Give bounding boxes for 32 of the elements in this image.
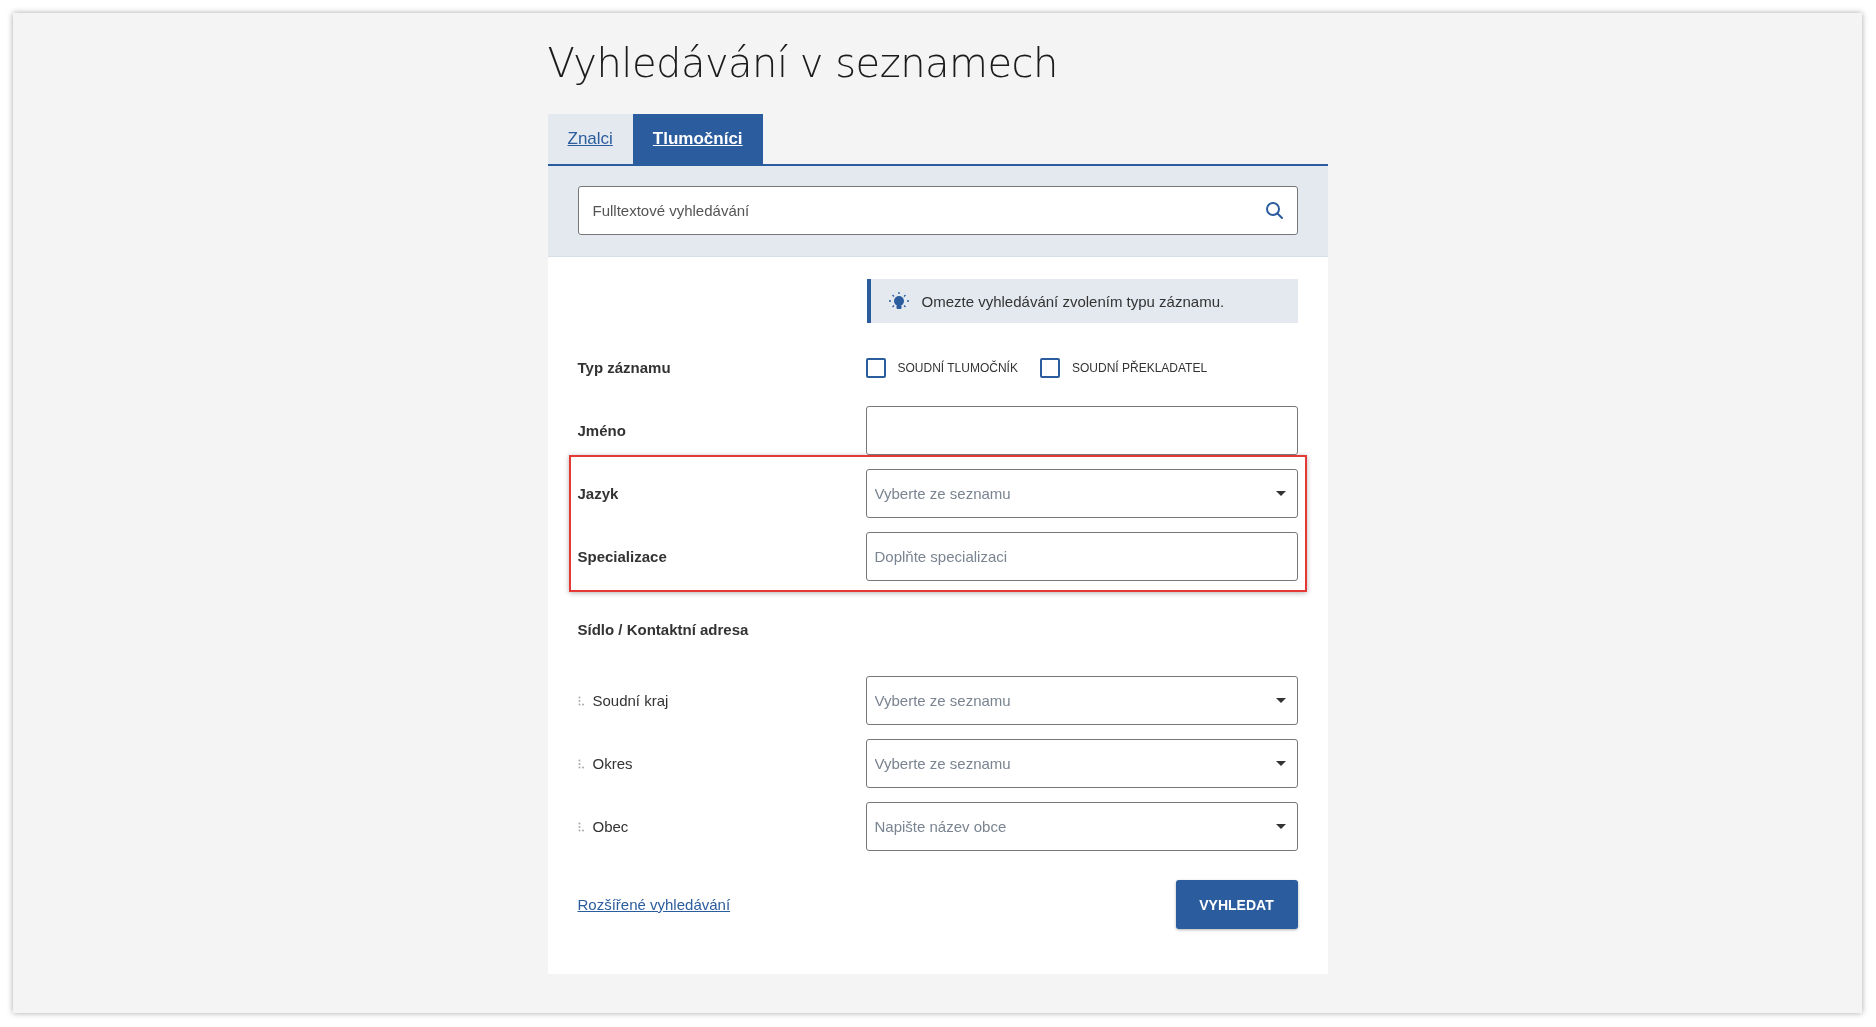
field-label: Obec: [592, 818, 629, 835]
grip-icon: [577, 695, 585, 706]
field-label: Specializace: [577, 548, 667, 565]
dropdown-field[interactable]: Vyberte ze seznamu: [865, 676, 1298, 725]
field-label: Soudní kraj: [592, 692, 669, 709]
tab[interactable]: Tlumočníci: [632, 114, 763, 164]
field-label: Jméno: [577, 422, 626, 439]
caret-icon: [1275, 491, 1286, 496]
dropdown-field[interactable]: Napište název obce: [865, 802, 1298, 851]
checkbox[interactable]: SOUDNÍ PŘEKLADATEL: [1039, 357, 1208, 378]
grip-icon: [577, 758, 585, 769]
field-label: Typ záznamu: [577, 359, 671, 376]
page-title: Vyhledávání v seznamech: [547, 39, 1059, 88]
search-icon: [1264, 201, 1283, 219]
lightbulb-icon: [887, 291, 910, 311]
dropdown-field[interactable]: Vyberte ze seznamu: [865, 739, 1298, 788]
caret-icon: [1275, 698, 1286, 703]
search-button[interactable]: VYHLEDAT: [1175, 880, 1298, 929]
tab[interactable]: Znalci: [547, 114, 633, 164]
field-label: Okres: [592, 755, 633, 772]
input-field[interactable]: [865, 406, 1298, 455]
advanced-search-link[interactable]: Rozšířené vyhledávání: [577, 896, 731, 913]
grip-icon: [577, 821, 585, 832]
input-field[interactable]: Doplňte specializaci: [865, 532, 1298, 581]
search-field[interactable]: Fulltextové vyhledávání: [577, 186, 1298, 235]
caret-icon: [1275, 824, 1286, 829]
section-heading: Sídlo / Kontaktní adresa: [577, 620, 749, 638]
field-label: Jazyk: [577, 485, 619, 502]
caret-icon: [1275, 761, 1286, 766]
checkbox[interactable]: SOUDNÍ TLUMOČNÍK: [865, 357, 1018, 378]
hint-text: Omezte vyhledávání zvolením typu záznamu.: [921, 292, 1225, 310]
dropdown-field[interactable]: Vyberte ze seznamu: [865, 469, 1298, 518]
